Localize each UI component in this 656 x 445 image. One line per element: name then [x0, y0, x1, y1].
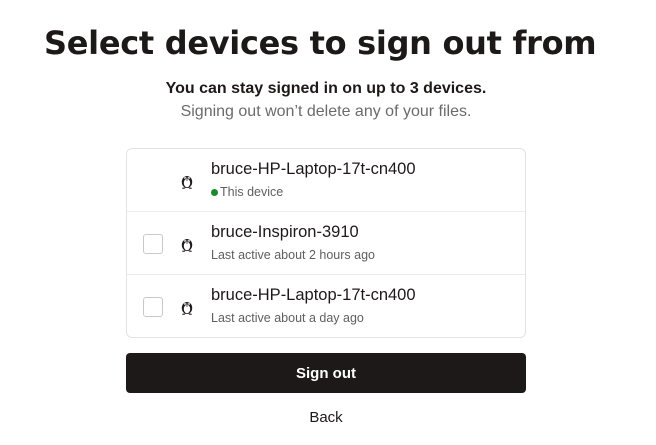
device-list: bruce-HP-Laptop-17t-cn400 This device br…: [126, 148, 526, 338]
device-name: bruce-HP-Laptop-17t-cn400: [211, 286, 416, 304]
device-status: This device: [211, 185, 283, 199]
device-row[interactable]: bruce-HP-Laptop-17t-cn400 Last active ab…: [127, 275, 525, 337]
device-select-checkbox[interactable]: [143, 234, 163, 254]
device-status-text: Last active about a day ago: [211, 311, 364, 325]
sign-out-button[interactable]: Sign out: [126, 353, 526, 393]
page-title: Select devices to sign out from: [44, 24, 597, 62]
device-status-text: Last active about 2 hours ago: [211, 248, 376, 262]
device-row[interactable]: bruce-Inspiron-3910 Last active about 2 …: [127, 212, 525, 275]
device-row-current: bruce-HP-Laptop-17t-cn400 This device: [127, 149, 525, 212]
device-status: Last active about a day ago: [211, 311, 364, 325]
sign-out-devices-page: Select devices to sign out from You can …: [0, 0, 656, 445]
online-status-dot-icon: [211, 188, 218, 196]
device-name: bruce-Inspiron-3910: [211, 223, 359, 241]
device-limit-text: You can stay signed in on up to 3 device…: [165, 80, 487, 97]
linux-penguin-icon: [181, 302, 193, 315]
device-status: Last active about 2 hours ago: [211, 248, 375, 262]
device-name: bruce-HP-Laptop-17t-cn400: [211, 160, 416, 178]
linux-penguin-icon: [181, 239, 193, 252]
back-link[interactable]: Back: [0, 409, 652, 426]
files-note-text: Signing out won’t delete any of your fil…: [180, 103, 472, 120]
linux-penguin-icon: [181, 176, 193, 189]
device-select-checkbox[interactable]: [143, 297, 163, 317]
device-status-text: This device: [220, 185, 284, 199]
